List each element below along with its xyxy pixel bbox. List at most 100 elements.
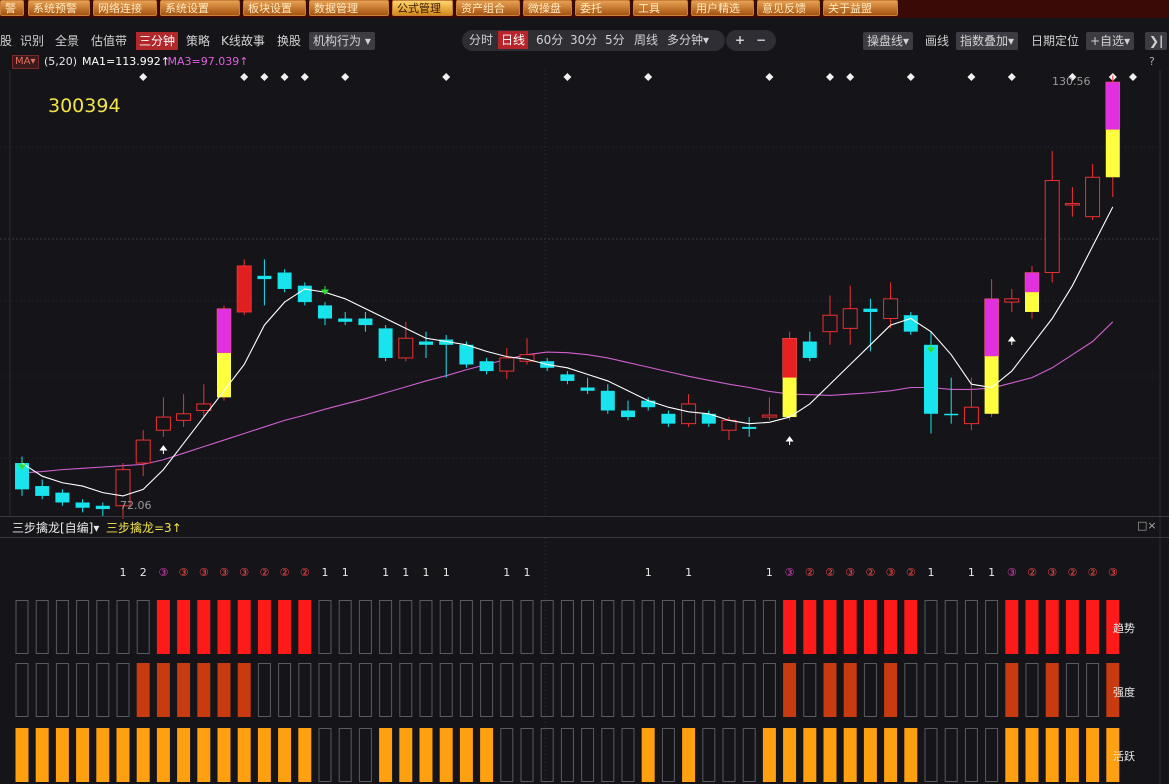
activity-cell	[520, 728, 534, 782]
trend-cell	[177, 600, 191, 654]
strength-cell	[76, 663, 90, 717]
signal-mark: 1	[119, 566, 127, 579]
signal-mark: ②	[1027, 566, 1037, 579]
strength-cell	[379, 663, 393, 717]
strength-cell	[904, 663, 918, 717]
strength-cell	[944, 663, 958, 717]
candle-body	[621, 410, 635, 418]
activity-cell	[803, 728, 817, 782]
candle-body	[903, 315, 918, 332]
candle-body	[883, 298, 899, 320]
strength-cell	[1005, 663, 1019, 717]
activity-cell	[358, 728, 372, 782]
candle-body	[459, 344, 474, 365]
candle-body	[155, 416, 171, 431]
activity-cell	[540, 728, 554, 782]
strength-cell	[116, 663, 130, 717]
trend-cell	[581, 600, 595, 654]
trend-cell	[702, 600, 716, 654]
trend-cell	[682, 600, 696, 654]
candle-body	[1044, 180, 1060, 274]
activity-cell	[197, 728, 211, 782]
strength-cell	[197, 663, 211, 717]
activity-cell	[944, 728, 958, 782]
strength-cell	[742, 663, 756, 717]
strength-cell	[803, 663, 817, 717]
event-diamond-icon	[906, 73, 915, 81]
trend-cell	[985, 600, 999, 654]
candle-body	[176, 413, 192, 421]
strength-cell	[298, 663, 312, 717]
kline-chart[interactable]	[0, 0, 1169, 784]
signal-mark: ②	[259, 566, 270, 579]
strength-cell	[621, 663, 635, 717]
activity-cell	[156, 728, 170, 782]
signal-mark: ②	[825, 566, 835, 579]
strength-cell	[500, 663, 514, 717]
strength-cell	[1086, 663, 1100, 717]
candle-body	[641, 400, 656, 408]
candle-body	[419, 341, 433, 345]
strength-cell	[480, 663, 494, 717]
strength-cell	[318, 663, 332, 717]
strength-cell	[964, 663, 978, 717]
trend-cell	[742, 600, 756, 654]
activity-cell	[480, 728, 494, 782]
event-diamond-icon	[240, 73, 249, 81]
trend-cell	[338, 600, 352, 654]
trend-cell	[1045, 600, 1059, 654]
activity-cell	[76, 728, 90, 782]
signal-mark: ③	[219, 566, 229, 579]
event-diamond-icon	[280, 73, 289, 81]
candle-body	[75, 502, 90, 508]
activity-cell	[560, 728, 574, 782]
signal-mark: ③	[1047, 566, 1058, 579]
activity-cell	[1086, 728, 1100, 782]
activity-cell	[621, 728, 635, 782]
signal-mark: 1	[341, 566, 349, 579]
candle-body-top	[1105, 81, 1121, 130]
ma3-line	[21, 321, 1114, 474]
trend-cell	[379, 600, 393, 654]
row-label-activity: 活跃	[1113, 750, 1135, 763]
trend-cell	[803, 600, 817, 654]
indicator-selector[interactable]: 三步擒龙[自编]▾	[12, 519, 99, 536]
trend-cell	[500, 600, 514, 654]
signal-mark: ②	[299, 566, 310, 579]
event-diamond-icon	[765, 73, 774, 81]
row-label-trend: 趋势	[1113, 622, 1135, 635]
trend-cell	[641, 600, 655, 654]
signal-mark: 1	[442, 566, 450, 579]
strength-cell	[520, 663, 534, 717]
trend-cell	[116, 600, 130, 654]
strength-cell	[439, 663, 453, 717]
candle-body	[822, 314, 838, 333]
strength-cell	[722, 663, 736, 717]
trend-cell	[459, 600, 473, 654]
signal-mark: 1	[644, 566, 652, 579]
price-low-label: 72.06	[120, 499, 152, 512]
indicator-close-icon[interactable]: □×	[1137, 519, 1157, 532]
candle-body-bottom	[984, 356, 999, 414]
candle-body	[479, 361, 494, 372]
strength-cell	[560, 663, 574, 717]
candle-body-top	[782, 337, 797, 378]
trend-cell	[1005, 600, 1019, 654]
strength-cell	[884, 663, 898, 717]
activity-cell	[1045, 728, 1059, 782]
strength-cell	[682, 663, 696, 717]
activity-cell	[298, 728, 312, 782]
activity-cell	[924, 728, 938, 782]
trend-cell	[783, 600, 797, 654]
signal-mark: ③	[178, 566, 189, 579]
activity-cell	[581, 728, 595, 782]
candle-body	[1085, 176, 1101, 218]
activity-cell	[15, 728, 29, 782]
activity-cell	[459, 728, 473, 782]
trend-cell	[399, 600, 413, 654]
strength-cell	[338, 663, 352, 717]
candle-body-bottom	[1105, 129, 1120, 178]
candle-body	[842, 308, 858, 329]
signal-mark: ②	[1067, 566, 1078, 579]
signal-mark: 1	[967, 566, 975, 579]
